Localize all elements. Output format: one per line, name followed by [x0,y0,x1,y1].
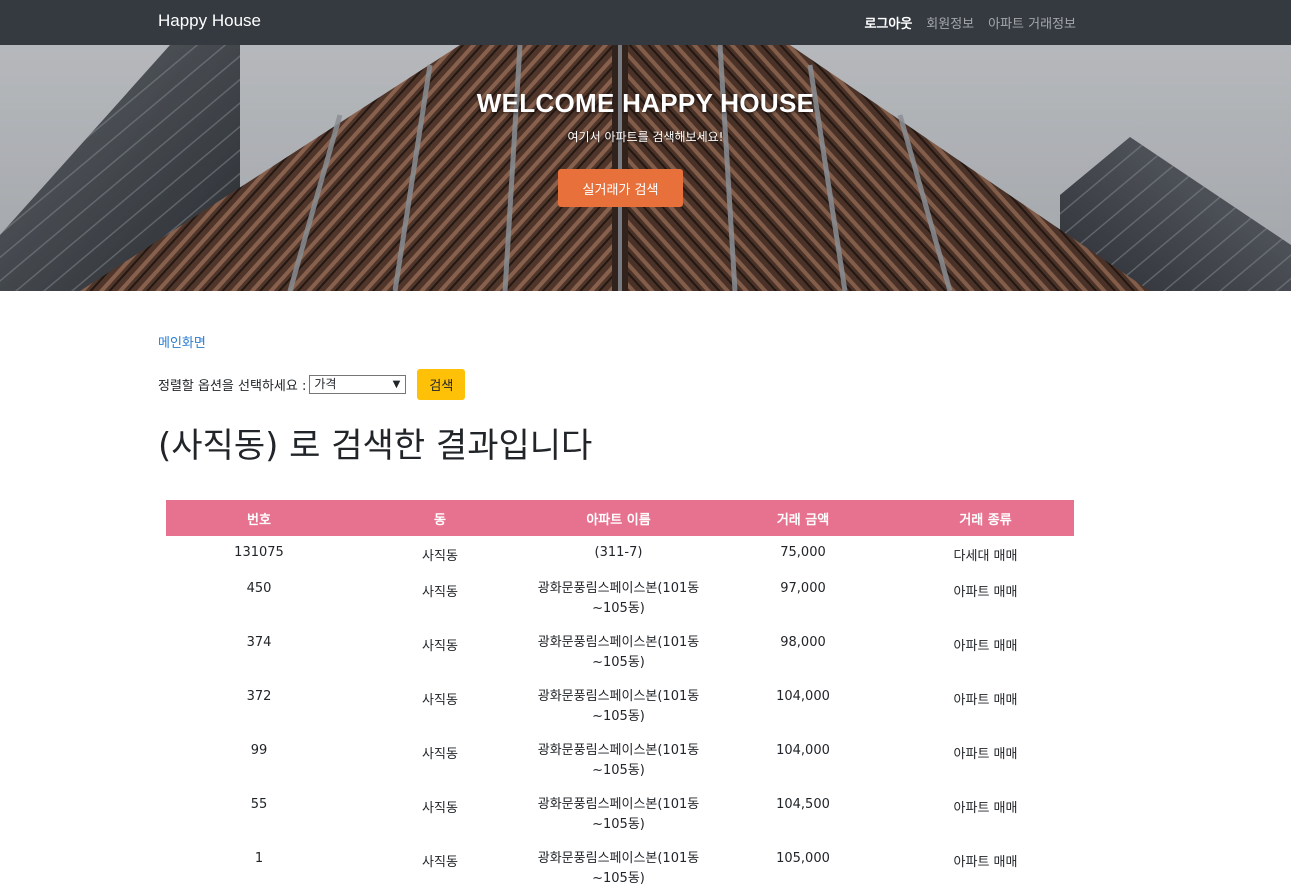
table-row: 55 사직동 광화문풍림스페이스본(101동~105동) 104,500 아파트… [166,788,1074,842]
top-navbar: Happy House 로그아웃 회원정보 아파트 거래정보 [0,0,1291,45]
cell-price: 104,500 [776,797,830,812]
cell-number: 374 [246,635,272,650]
cell-dong: 사직동 [422,549,458,564]
apt-name-text: 광화문풍림스페이스본(101동~105동) [537,635,700,670]
cell-deal-type: 아파트 매매 [953,639,1018,654]
apt-name-text: (311-7) [594,545,643,560]
cell-apt-name: (311-7) [528,536,709,572]
cell-number: 1 [254,851,264,866]
cell-deal-type: 아파트 매매 [953,747,1018,762]
cell-dong: 사직동 [422,747,458,762]
sort-option-select[interactable]: 가격 ▼ [309,375,407,394]
column-header-apt-name: 아파트 이름 [528,500,709,536]
nav-links: 로그아웃 회원정보 아파트 거래정보 [864,13,1076,32]
cell-apt-name: 광화문풍림스페이스본(101동~105동) [528,734,709,788]
apt-name-text: 광화문풍림스페이스본(101동~105동) [537,581,700,616]
hero-title: WELCOME HAPPY HOUSE [476,88,815,118]
cell-deal-type: 아파트 매매 [953,585,1018,600]
cell-deal-type: 아파트 매매 [953,693,1018,708]
cell-price: 97,000 [780,581,826,596]
cell-dong: 사직동 [422,693,458,708]
table-row: 372 사직동 광화문풍림스페이스본(101동~105동) 104,000 아파… [166,680,1074,734]
cell-price: 104,000 [776,689,830,704]
cell-dong: 사직동 [422,585,458,600]
table-row: 99 사직동 광화문풍림스페이스본(101동~105동) 104,000 아파트… [166,734,1074,788]
results-table: 번호 동 아파트 이름 거래 금액 거래 종류 131075 사직동 (311-… [166,500,1074,885]
cell-number: 55 [250,797,268,812]
cell-apt-name: 광화문풍림스페이스본(101동~105동) [528,680,709,734]
table-row: 374 사직동 광화문풍림스페이스본(101동~105동) 98,000 아파트… [166,626,1074,680]
table-row: 1 사직동 광화문풍림스페이스본(101동~105동) 105,000 아파트 … [166,842,1074,885]
cell-dong: 사직동 [422,639,458,654]
table-row: 450 사직동 광화문풍림스페이스본(101동~105동) 97,000 아파트… [166,572,1074,626]
cell-price: 105,000 [776,851,830,866]
apt-name-text: 광화문풍림스페이스본(101동~105동) [537,689,700,724]
result-title: (사직동) 로 검색한 결과입니다 [158,426,593,466]
cell-deal-type: 아파트 매매 [953,801,1018,816]
cell-deal-type: 아파트 매매 [953,855,1018,870]
table-header-row: 번호 동 아파트 이름 거래 금액 거래 종류 [166,500,1074,536]
cell-number: 450 [246,581,272,596]
apt-name-text: 광화문풍림스페이스본(101동~105동) [537,797,700,832]
dropdown-arrow-icon: ▼ [392,379,401,390]
column-header-price: 거래 금액 [709,500,897,536]
sort-label: 정렬할 옵션을 선택하세요 : [158,379,307,394]
cell-price: 75,000 [780,545,826,560]
cell-apt-name: 광화문풍림스페이스본(101동~105동) [528,842,709,885]
cell-dong: 사직동 [422,855,458,870]
hero-banner: WELCOME HAPPY HOUSE 여기서 아파트를 검색해보세요! 실거래… [0,45,1291,291]
sort-selected-value: 가격 [314,377,337,391]
cell-price: 98,000 [780,635,826,650]
cell-number: 131075 [234,545,284,560]
brand-link[interactable]: Happy House [158,11,261,31]
column-header-deal-type: 거래 종류 [897,500,1074,536]
cell-apt-name: 광화문풍림스페이스본(101동~105동) [528,572,709,626]
cell-apt-name: 광화문풍림스페이스본(101동~105동) [528,788,709,842]
nav-apt-deals-link[interactable]: 아파트 거래정보 [988,13,1076,32]
cell-dong: 사직동 [422,801,458,816]
apt-name-text: 광화문풍림스페이스본(101동~105동) [537,743,700,778]
main-page-link[interactable]: 메인화면 [158,332,206,351]
apt-name-text: 광화문풍림스페이스본(101동~105동) [537,851,700,885]
cell-number: 372 [246,689,272,704]
table-row: 131075 사직동 (311-7) 75,000 다세대 매매 [166,536,1074,572]
hero-subtitle: 여기서 아파트를 검색해보세요! [567,130,724,144]
cell-price: 104,000 [776,743,830,758]
column-header-number: 번호 [166,500,352,536]
column-header-dong: 동 [352,500,528,536]
cell-deal-type: 다세대 매매 [953,549,1018,564]
building-background-image [0,45,1291,291]
sort-form: 정렬할 옵션을 선택하세요 : 가격 ▼ 검색 [158,369,466,400]
cell-apt-name: 광화문풍림스페이스본(101동~105동) [528,626,709,680]
nav-logout-link[interactable]: 로그아웃 [864,13,912,32]
cell-number: 99 [250,743,268,758]
nav-member-info-link[interactable]: 회원정보 [926,13,974,32]
sort-search-button[interactable]: 검색 [417,369,466,400]
real-price-search-button[interactable]: 실거래가 검색 [558,169,683,207]
